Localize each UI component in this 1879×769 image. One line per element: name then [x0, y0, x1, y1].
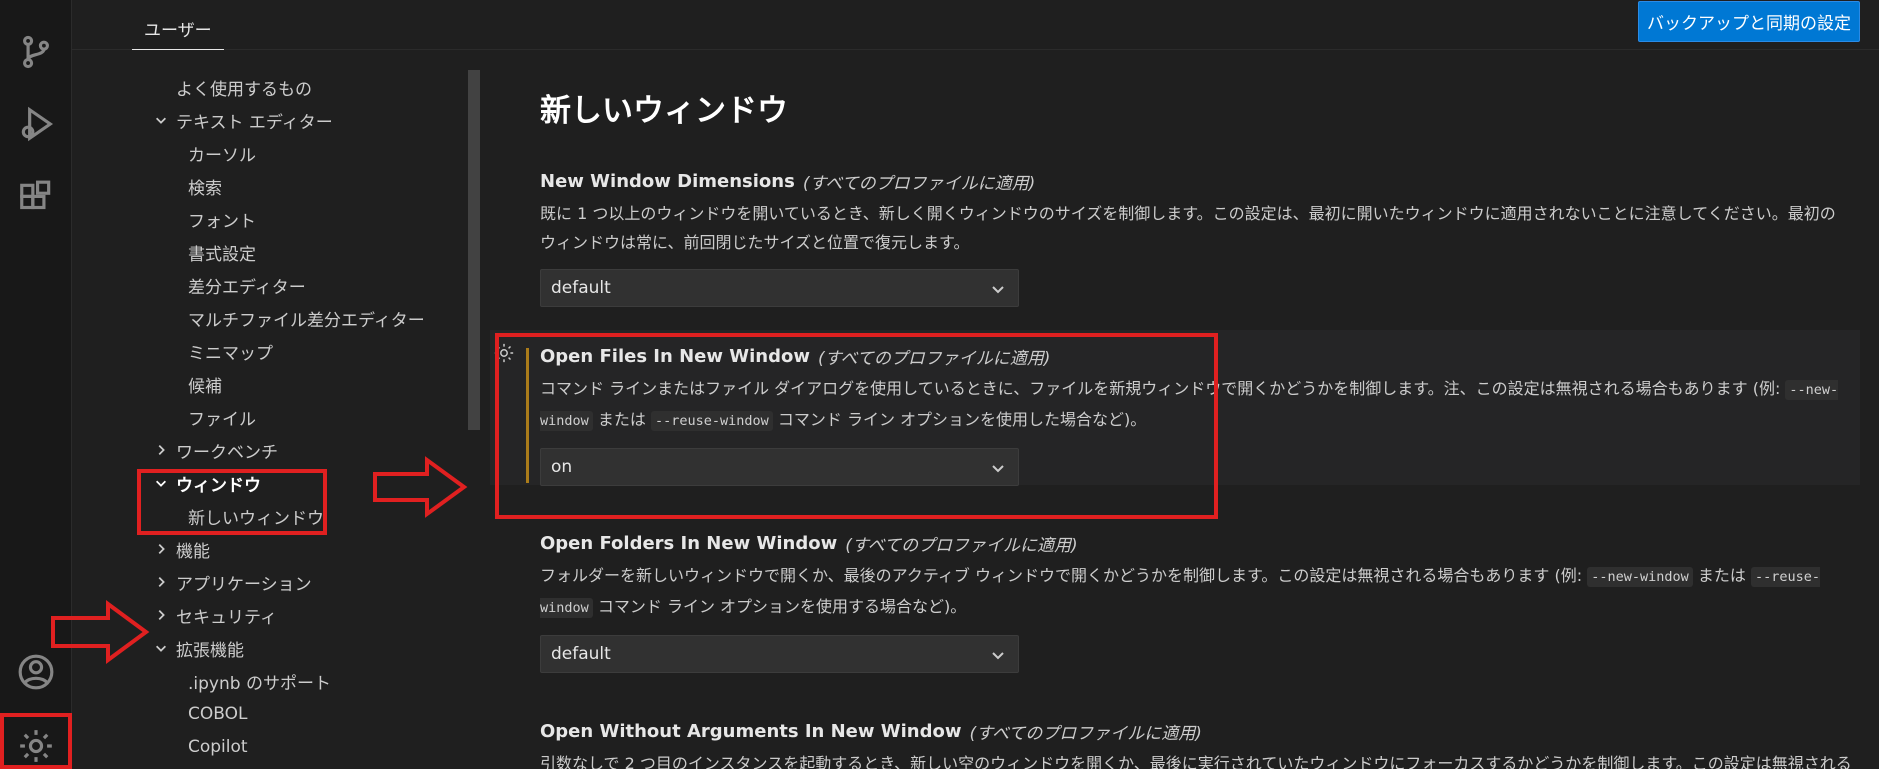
chevron-down-icon	[150, 641, 172, 655]
code-new-window: --new-window	[1587, 567, 1693, 587]
toc-item-commonly-used[interactable]: よく使用するもの	[176, 72, 312, 102]
annotation-box-open-files-setting	[495, 333, 1218, 519]
setting-title: New Window Dimensions (すべてのプロファイルに適用)	[540, 167, 1840, 195]
setting-description: 引数なしで 2 つ目のインスタンスを起動するとき、新しい空のウィンドウを開くか、…	[540, 754, 1852, 769]
toc-scrollbar[interactable]	[468, 70, 480, 430]
toc-item-label: カーソル	[188, 145, 256, 166]
setting-scope: (すべてのプロファイルに適用)	[845, 535, 1078, 556]
setting-title-text: New Window Dimensions	[540, 170, 795, 192]
chevron-down-icon	[990, 281, 1006, 297]
run-debug-icon[interactable]	[14, 102, 58, 146]
toc-item-font[interactable]: フォント	[188, 204, 256, 234]
toc-item-ipynb-support[interactable]: .ipynb のサポート	[188, 666, 331, 696]
toc-item-label: ワークベンチ	[176, 442, 278, 463]
extensions-icon[interactable]	[14, 176, 58, 220]
toc-item-label: アプリケーション	[176, 574, 312, 595]
toc-item-find[interactable]: 検索	[188, 171, 222, 201]
toc-item-label: 機能	[176, 541, 210, 562]
setting-title-text: Open Without Arguments In New Window	[540, 720, 962, 742]
setting-title: Open Folders In New Window (すべてのプロファイルに適…	[540, 529, 1840, 557]
toc-item-label: 拡張機能	[176, 640, 244, 661]
toc-item-application[interactable]: アプリケーション	[150, 567, 312, 597]
toc-item-label: セキュリティ	[176, 607, 277, 628]
desc-text: フォルダーを新しいウィンドウで開くか、最後のアクティブ ウィンドウで開くかどうか…	[540, 566, 1588, 585]
toc-item-files[interactable]: ファイル	[188, 402, 256, 432]
setting-description: フォルダーを新しいウィンドウで開くか、最後のアクティブ ウィンドウで開くかどうか…	[540, 561, 1840, 623]
toc-item-label: 候補	[188, 376, 222, 397]
tab-user[interactable]: ユーザー	[132, 8, 224, 50]
toc-item-workbench[interactable]: ワークベンチ	[150, 435, 278, 465]
setting-scope: (すべてのプロファイルに適用)	[802, 173, 1036, 194]
chevron-right-icon	[150, 443, 172, 457]
chevron-right-icon	[150, 542, 172, 556]
toc-item-text-editor[interactable]: テキスト エディター	[150, 105, 333, 135]
toc-item-diff-editor[interactable]: 差分エディター	[188, 270, 306, 300]
chevron-right-icon	[150, 608, 172, 622]
setting-description: 既に 1 つ以上のウィンドウを開いているとき、新しく開くウィンドウのサイズを制御…	[540, 204, 1836, 252]
toc-item-copilot[interactable]: Copilot	[188, 732, 248, 762]
chevron-down-icon	[150, 113, 172, 127]
new-window-dimensions-select[interactable]: default	[540, 269, 1019, 307]
toc-item-label: ミニマップ	[188, 343, 273, 364]
toc-item-label: .ipynb のサポート	[188, 673, 331, 694]
toc-item-features[interactable]: 機能	[150, 534, 210, 564]
annotation-arrow-right	[50, 600, 150, 664]
section-title: 新しいウィンドウ	[540, 93, 788, 129]
toc-item-multi-diff-editor[interactable]: マルチファイル差分エディター	[188, 303, 425, 333]
source-control-icon[interactable]	[14, 30, 58, 74]
toc-item-label: Copilot	[188, 737, 248, 757]
toc-item-formatting[interactable]: 書式設定	[188, 237, 256, 267]
toc-item-label: ファイル	[188, 409, 256, 430]
select-value: default	[551, 644, 611, 664]
backup-sync-button[interactable]: バックアップと同期の設定	[1638, 1, 1860, 42]
toc-item-label: テキスト エディター	[176, 112, 333, 133]
annotation-box-window-toc	[137, 469, 327, 535]
setting-new-window-dimensions: New Window Dimensions (すべてのプロファイルに適用) 既に…	[490, 155, 1860, 355]
toc-item-label: よく使用するもの	[176, 79, 312, 100]
toc-item-security[interactable]: セキュリティ	[150, 600, 277, 630]
setting-open-folders-in-new-window: Open Folders In New Window (すべてのプロファイルに適…	[490, 517, 1860, 677]
desc-text: または	[1692, 566, 1751, 585]
select-value: default	[551, 278, 611, 298]
setting-title-text: Open Folders In New Window	[540, 532, 838, 554]
toc-item-extensions[interactable]: 拡張機能	[150, 633, 244, 663]
setting-title: Open Without Arguments In New Window (すべ…	[540, 717, 1840, 745]
toc-item-label: マルチファイル差分エディター	[188, 310, 425, 331]
annotation-box-settings-gear	[0, 713, 72, 769]
chevron-right-icon	[150, 575, 172, 589]
setting-scope: (すべてのプロファイルに適用)	[969, 723, 1202, 744]
toc-item-label: 検索	[188, 178, 222, 199]
toc-item-label: COBOL	[188, 704, 248, 724]
annotation-arrow-right	[372, 456, 468, 518]
toc-item-cursor[interactable]: カーソル	[188, 138, 256, 168]
settings-header: ユーザー バックアップと同期の設定	[72, 0, 1879, 50]
toc-item-suggestions[interactable]: 候補	[188, 369, 222, 399]
toc-item-label: 書式設定	[188, 244, 256, 265]
toc-item-minimap[interactable]: ミニマップ	[188, 336, 273, 366]
chevron-down-icon	[990, 647, 1006, 663]
toc-item-label: フォント	[188, 211, 256, 232]
setting-open-without-arguments-in-new-window: Open Without Arguments In New Window (すべ…	[490, 705, 1860, 769]
open-folders-in-new-window-select[interactable]: default	[540, 635, 1019, 673]
toc-item-cobol[interactable]: COBOL	[188, 699, 247, 729]
toc-item-label: 差分エディター	[188, 277, 306, 298]
desc-text: コマンド ライン オプションを使用する場合など)。	[592, 597, 967, 616]
